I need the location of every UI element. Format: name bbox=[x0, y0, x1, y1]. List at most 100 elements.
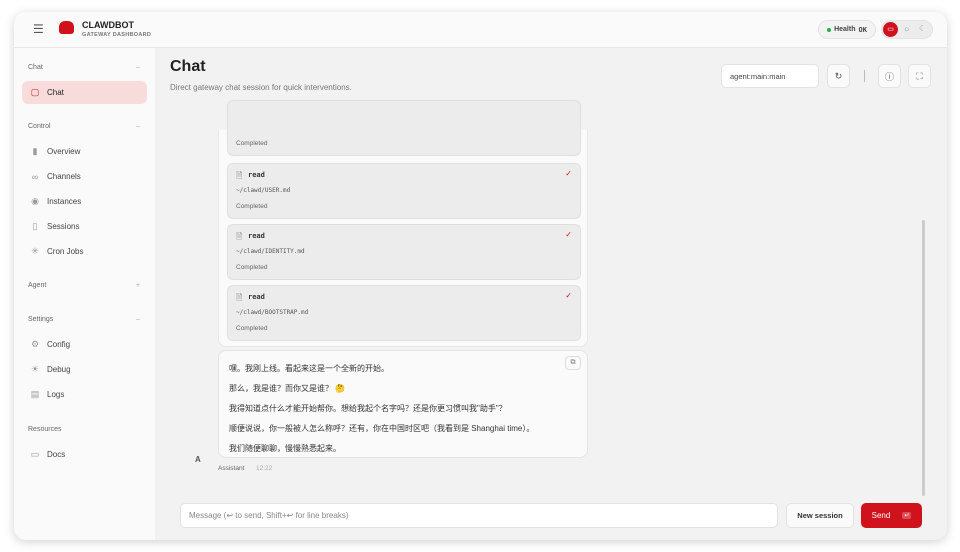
tool-call-group: Completed 🗎 read ✓ ~/clawd/USER.md Completed… bbox=[218, 100, 588, 347]
sidebar-section-control[interactable]: Control – bbox=[28, 123, 140, 130]
focus-icon: ⛶ bbox=[916, 70, 923, 81]
expand-icon: + bbox=[136, 282, 141, 289]
theme-switcher: ▭ ☼ ☾ bbox=[881, 20, 933, 39]
tool-status: Completed bbox=[236, 264, 268, 271]
gear-icon: ⚙ bbox=[30, 339, 40, 349]
moon-icon[interactable]: ☾ bbox=[919, 24, 926, 33]
app-window: ☰ CLAWDBOT GATEWAY DASHBOARD Health OK ▭… bbox=[14, 12, 947, 540]
new-session-label: New session bbox=[797, 511, 843, 520]
section-label: Agent bbox=[28, 282, 47, 289]
sun-icon[interactable]: ☼ bbox=[903, 24, 910, 33]
tool-card[interactable]: 🗎 read ✓ ~/clawd/BOOTSTRAP.md Completed bbox=[227, 285, 581, 341]
message-line: 顺便说说，你一般被人怎么称呼？还有，你在中国时区吧（我看到是 Shanghai … bbox=[229, 424, 535, 433]
message-sender: Assistant bbox=[218, 465, 245, 472]
section-label: Chat bbox=[28, 64, 43, 71]
session-key: agent:main:main bbox=[730, 71, 786, 81]
message-time: 12:22 bbox=[256, 465, 273, 472]
tool-path: ~/clawd/BOOTSTRAP.md bbox=[236, 309, 309, 316]
sidebar-item-logs[interactable]: ▤ Logs bbox=[22, 383, 147, 406]
sidebar-item-label: Config bbox=[47, 340, 71, 349]
enter-key-icon: ↵ bbox=[902, 512, 912, 519]
sidebar: Chat – ▢ Chat Control – ▮ Overview ∞ Channels… bbox=[14, 48, 155, 540]
tool-status: Completed bbox=[236, 325, 268, 332]
tool-card[interactable]: Completed bbox=[227, 100, 581, 156]
loader-icon: ✳ bbox=[31, 246, 39, 256]
section-label: Resources bbox=[28, 426, 62, 433]
sidebar-section-chat[interactable]: Chat – bbox=[28, 64, 140, 71]
health-value: OK bbox=[858, 25, 867, 34]
assistant-message: ⧉ 嘿。我刚上线。看起来这是一个全新的开始。 那么，我是谁？而你又是谁？ 🤔 我… bbox=[218, 350, 588, 458]
check-icon: ✓ bbox=[565, 169, 572, 178]
health-badge[interactable]: Health OK bbox=[818, 20, 876, 39]
focus-mode-button[interactable]: ⛶ bbox=[908, 64, 931, 88]
scrollbar[interactable] bbox=[922, 220, 925, 496]
brain-icon: ⓘ bbox=[884, 71, 894, 82]
message-line: 那么，我是谁？而你又是谁？ 🤔 bbox=[229, 384, 346, 393]
sidebar-item-docs[interactable]: ▭ Docs bbox=[22, 443, 147, 466]
file-icon: 🗎 bbox=[236, 171, 243, 180]
tool-card[interactable]: 🗎 read ✓ ~/clawd/USER.md Completed bbox=[227, 163, 581, 219]
sidebar-item-label: Chat bbox=[47, 88, 64, 97]
send-button[interactable]: Send ↵ bbox=[861, 503, 922, 528]
scroll-icon: ▤ bbox=[30, 389, 40, 399]
tool-card[interactable]: 🗎 read ✓ ~/clawd/IDENTITY.md Completed bbox=[227, 224, 581, 280]
copy-button[interactable]: ⧉ bbox=[565, 356, 581, 370]
menu-icon[interactable]: ☰ bbox=[33, 23, 44, 35]
tool-name: read bbox=[248, 232, 265, 240]
brand-name: CLAWDBOT bbox=[82, 20, 134, 30]
refresh-button[interactable]: ↻ bbox=[827, 64, 850, 88]
page-subtitle: Direct gateway chat session for quick in… bbox=[170, 83, 352, 92]
message-line: 我得知道点什么才能开始帮你。想给我起个名字吗？还是你更习惯叫我"助手"？ bbox=[229, 404, 507, 413]
file-icon: 🗎 bbox=[236, 232, 243, 241]
monitor-icon[interactable]: ▭ bbox=[883, 22, 898, 37]
tool-name: read bbox=[248, 293, 265, 301]
sidebar-item-label: Channels bbox=[47, 172, 81, 181]
sidebar-section-agent[interactable]: Agent + bbox=[28, 282, 140, 289]
file-icon: ▯ bbox=[32, 221, 38, 231]
page-title: Chat bbox=[170, 58, 206, 75]
file-icon: 🗎 bbox=[236, 293, 243, 302]
bar-chart-icon: ▮ bbox=[32, 146, 38, 156]
refresh-icon: ↻ bbox=[834, 70, 843, 81]
sidebar-item-sessions[interactable]: ▯ Sessions bbox=[22, 215, 147, 238]
section-label: Control bbox=[28, 123, 51, 130]
sidebar-item-debug[interactable]: ☀ Debug bbox=[22, 358, 147, 381]
health-label: Health bbox=[834, 26, 856, 33]
check-icon: ✓ bbox=[565, 291, 572, 300]
send-label: Send bbox=[871, 511, 891, 520]
brand-subtitle: GATEWAY DASHBOARD bbox=[82, 32, 152, 38]
sidebar-item-label: Docs bbox=[47, 450, 66, 459]
tool-path: ~/clawd/IDENTITY.md bbox=[236, 248, 305, 255]
sidebar-item-label: Cron Jobs bbox=[47, 247, 84, 256]
tool-status: Completed bbox=[236, 140, 268, 147]
sidebar-item-cron-jobs[interactable]: ✳ Cron Jobs bbox=[22, 240, 147, 263]
sidebar-item-label: Debug bbox=[47, 365, 71, 374]
sidebar-item-label: Overview bbox=[47, 147, 81, 156]
thinking-toggle-button[interactable]: ⓘ bbox=[878, 64, 901, 88]
sidebar-section-settings[interactable]: Settings – bbox=[28, 316, 140, 323]
tool-path: ~/clawd/USER.md bbox=[236, 187, 291, 194]
book-icon: ▭ bbox=[30, 449, 40, 459]
section-label: Settings bbox=[28, 316, 54, 323]
new-session-button[interactable]: New session bbox=[786, 503, 854, 528]
message-line: 嘿。我刚上线。看起来这是一个全新的开始。 bbox=[229, 364, 389, 373]
sidebar-item-config[interactable]: ⚙ Config bbox=[22, 333, 147, 356]
collapse-icon: – bbox=[136, 123, 140, 130]
session-select[interactable]: agent:main:main bbox=[721, 64, 819, 88]
message-input[interactable]: Message (↩ to send, Shift+↩ for line bre… bbox=[180, 503, 778, 528]
health-dot bbox=[827, 27, 832, 32]
toolbar-divider bbox=[864, 70, 865, 82]
tool-name: read bbox=[248, 171, 265, 179]
sidebar-item-chat[interactable]: ▢ Chat bbox=[22, 81, 147, 104]
sidebar-section-resources: Resources bbox=[28, 426, 61, 433]
sidebar-item-overview[interactable]: ▮ Overview bbox=[22, 140, 147, 163]
sidebar-item-label: Sessions bbox=[47, 222, 80, 231]
copy-icon: ⧉ bbox=[570, 359, 576, 366]
avatar: A bbox=[195, 455, 201, 464]
sidebar-item-instances[interactable]: ◉ Instances bbox=[22, 190, 147, 213]
input-placeholder: Message (↩ to send, Shift+↩ for line bre… bbox=[189, 511, 349, 520]
collapse-icon: – bbox=[136, 316, 140, 323]
sidebar-item-channels[interactable]: ∞ Channels bbox=[22, 165, 147, 188]
logo-icon bbox=[59, 21, 74, 34]
message-icon: ▢ bbox=[30, 87, 40, 97]
